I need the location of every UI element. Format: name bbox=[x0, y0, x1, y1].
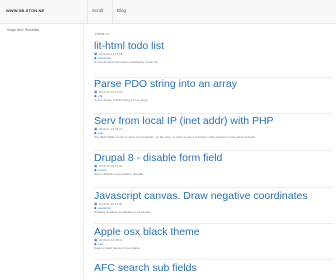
post-title-link[interactable]: Drupal 8 - disable form field bbox=[94, 152, 330, 164]
post-title-link[interactable]: Javascript canvas. Draw negative coordin… bbox=[94, 190, 330, 202]
sidebar-text: Soqto ahC Scrolldat bbox=[7, 28, 39, 32]
sidebar bbox=[0, 24, 84, 280]
breadcrumb[interactable]: Home >> bbox=[95, 32, 110, 36]
post-excerpt: Drawing negative coordinates on a canvas bbox=[94, 210, 151, 214]
post-excerpt: how to disable a form field in drupal8 bbox=[94, 172, 143, 176]
post-excerpt: Use PHP builtin server to serve from loc… bbox=[94, 135, 255, 139]
post-item: Apple osx black theme ▣ 2018-10-14 08:31… bbox=[94, 226, 330, 250]
post-item: Serv from local IP (inet addr) with PHP … bbox=[94, 115, 330, 139]
post-title-link[interactable]: lit-html todo list bbox=[94, 40, 330, 52]
nav-divider bbox=[87, 0, 88, 23]
post-excerpt: Setup a black theme to your apple bbox=[94, 246, 140, 250]
nav-divider bbox=[112, 0, 113, 23]
post-separator bbox=[94, 113, 334, 114]
post-item: Parse PDO string into an array ▣ 2019-02… bbox=[94, 78, 330, 102]
post-title-link[interactable]: Apple osx black theme bbox=[94, 226, 330, 238]
post-separator bbox=[94, 223, 334, 224]
nav-link-scroll[interactable]: Scroll bbox=[92, 8, 103, 13]
top-navbar: WWW.SB-STON.NE Scroll Blog bbox=[0, 0, 336, 24]
post-excerpt: How to Parse a PDO string into an array bbox=[94, 98, 148, 102]
post-title-link[interactable]: Parse PDO string into an array bbox=[94, 78, 330, 90]
nav-link-blog[interactable]: Blog bbox=[117, 8, 126, 13]
site-brand[interactable]: WWW.SB-STON.NE bbox=[6, 8, 44, 13]
post-separator bbox=[94, 259, 334, 260]
post-title-link[interactable]: AFC search sub fields bbox=[94, 262, 330, 274]
post-item: Javascript canvas. Draw negative coordin… bbox=[94, 190, 330, 214]
post-item: AFC search sub fields bbox=[94, 262, 330, 274]
post-excerpt: A very simple lit-html demo displaying a… bbox=[94, 60, 158, 64]
post-item: Drupal 8 - disable form field ▣ 2018-12-… bbox=[94, 152, 330, 176]
post-separator bbox=[94, 187, 334, 188]
post-item: lit-html todo list ▣ 2019-03-17 17:55 ◆ … bbox=[94, 40, 330, 64]
post-title-link[interactable]: Serv from local IP (inet addr) with PHP bbox=[94, 115, 330, 127]
post-separator bbox=[94, 150, 334, 151]
